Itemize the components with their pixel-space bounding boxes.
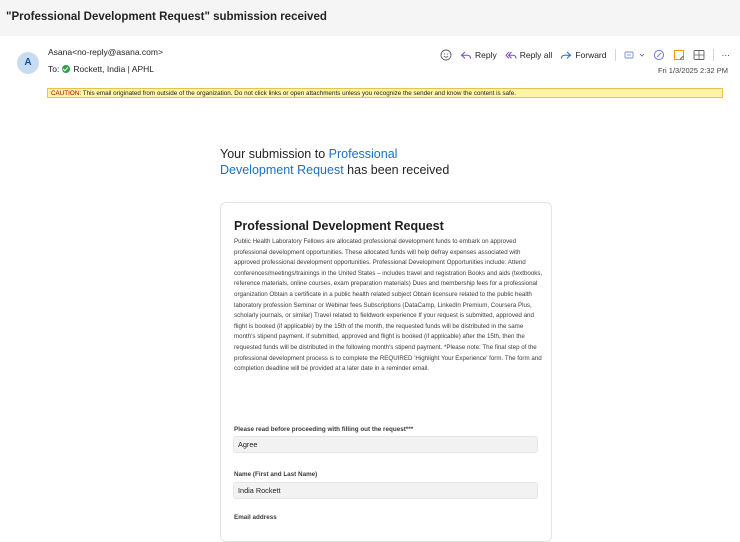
forward-arrow-icon — [561, 51, 572, 59]
field-value: India Rockett — [233, 482, 538, 499]
loop-button[interactable] — [653, 49, 665, 61]
reply-all-label: Reply all — [519, 50, 553, 60]
reply-all-icon — [505, 51, 517, 59]
received-date: Fri 1/3/2025 2:32 PM — [657, 66, 728, 75]
field-label: Name (First and Last Name) — [234, 471, 318, 478]
more-actions-button[interactable]: ··· — [722, 50, 731, 60]
toolbar-divider — [712, 49, 714, 61]
field-label: Please read before proceeding with filli… — [234, 426, 414, 433]
form-title: Professional Development Request — [234, 219, 444, 233]
sender-avatar[interactable]: A — [17, 52, 39, 74]
reply-all-button[interactable]: Reply all — [505, 49, 553, 61]
share-to-teams-icon — [624, 51, 633, 59]
sender-address[interactable]: Asana<no-reply@asana.com> — [48, 47, 163, 57]
layout-grid-icon — [693, 50, 704, 60]
smiley-icon — [440, 49, 452, 61]
note-button[interactable] — [673, 49, 685, 61]
immersive-reader-button[interactable] — [693, 49, 705, 61]
field-label: Email address — [234, 514, 277, 521]
reply-button[interactable]: Reply — [460, 49, 497, 61]
caution-prefix: CAUTION: — [51, 90, 82, 97]
loop-icon — [653, 49, 664, 61]
form-description: Public Health Laboratory Fellows are all… — [234, 238, 543, 373]
received-prefix: Your submission to — [220, 147, 326, 161]
sticky-note-icon — [673, 50, 684, 60]
presence-available-icon — [62, 65, 71, 73]
reply-arrow-icon — [460, 51, 471, 59]
forward-label: Forward — [575, 50, 607, 60]
teams-share-button[interactable] — [624, 49, 645, 61]
submission-confirmation: Your submission to Professional Developm… — [220, 146, 460, 178]
subject-bar: "Professional Development Request" submi… — [0, 0, 740, 37]
caution-text: This email originated from outside of th… — [82, 90, 517, 97]
chevron-down-icon — [639, 53, 644, 57]
forward-button[interactable]: Forward — [560, 49, 607, 61]
message-actions: Reply Reply all Forward ··· — [440, 47, 730, 63]
recipient-line: To: Rockett, India | APHL — [48, 64, 154, 74]
external-sender-banner: CAUTION: This email originated from outs… — [47, 88, 723, 98]
emoji-reaction-button[interactable] — [440, 49, 452, 61]
field-value: Agree — [233, 436, 538, 453]
to-prefix: To: — [48, 64, 60, 74]
reply-label: Reply — [474, 50, 497, 60]
email-subject: "Professional Development Request" submi… — [6, 11, 327, 23]
recipient-name[interactable]: Rockett, India | APHL — [73, 64, 154, 74]
received-suffix: has been received — [347, 163, 450, 177]
toolbar-divider — [614, 49, 616, 61]
